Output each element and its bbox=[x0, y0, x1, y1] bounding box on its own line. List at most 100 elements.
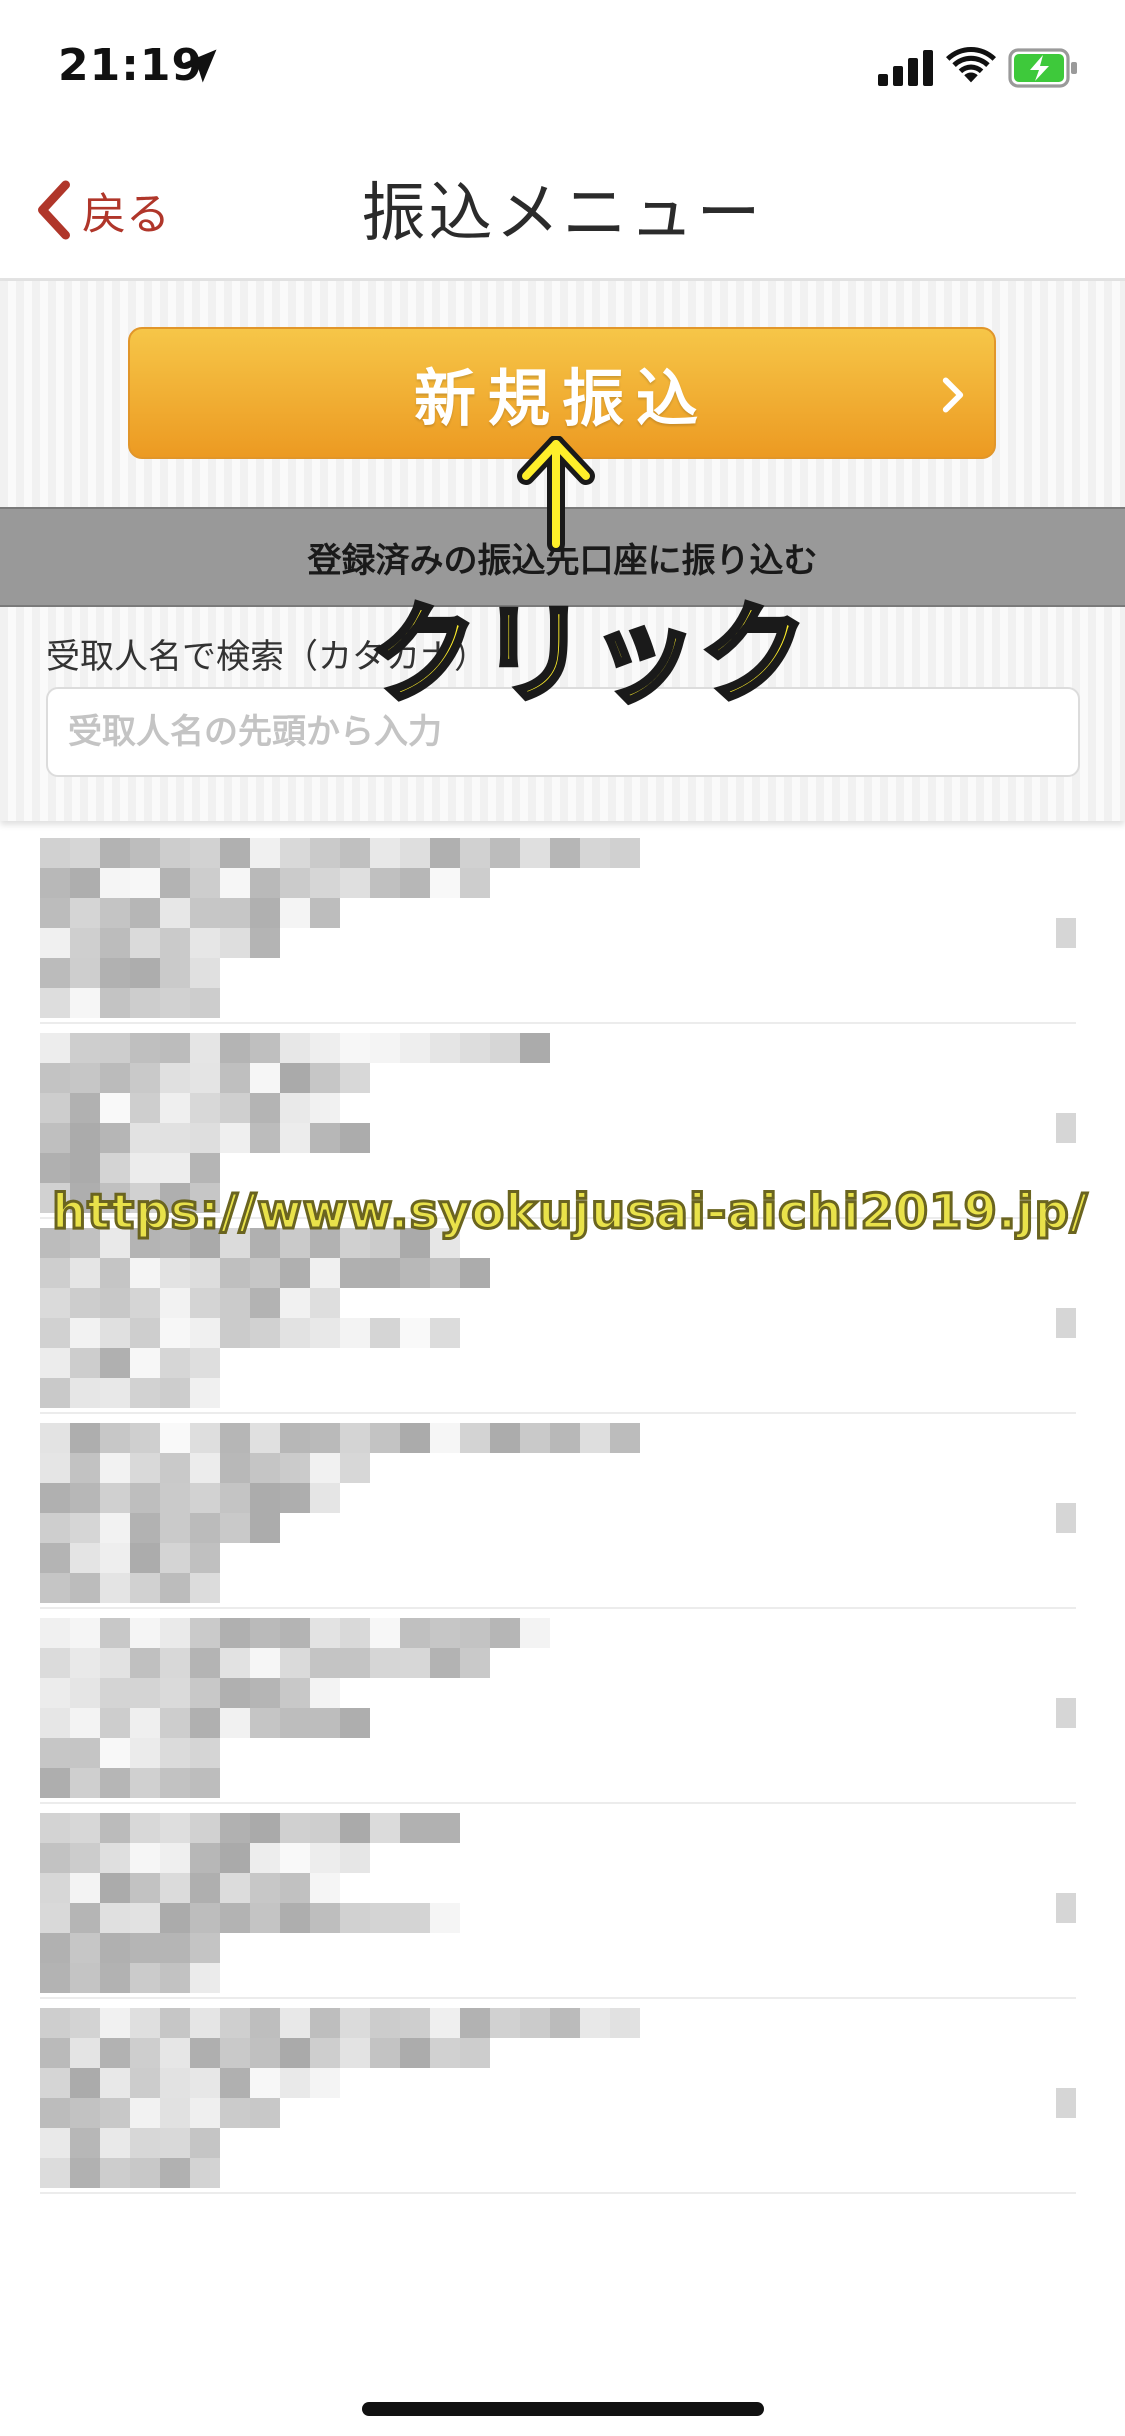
mosaic-block bbox=[100, 1378, 130, 1408]
mosaic-block bbox=[340, 2038, 370, 2068]
mosaic-block bbox=[160, 1573, 190, 1603]
cellular-signal-icon bbox=[878, 50, 933, 86]
mosaic-block bbox=[70, 1093, 100, 1123]
mosaic-block bbox=[190, 1768, 220, 1798]
chevron-right-icon bbox=[942, 377, 964, 413]
mosaic-block bbox=[250, 2008, 280, 2038]
mosaic-block bbox=[160, 1618, 190, 1648]
mosaic-block bbox=[160, 2008, 190, 2038]
payee-list-item[interactable] bbox=[40, 828, 1076, 1024]
mosaic-block bbox=[400, 2038, 430, 2068]
mosaic-block bbox=[490, 1618, 520, 1648]
mosaic-block bbox=[130, 2068, 160, 2098]
mosaic-block bbox=[70, 958, 100, 988]
mosaic-block bbox=[190, 958, 220, 988]
mosaic-block bbox=[520, 838, 550, 868]
mosaic-block bbox=[100, 1093, 130, 1123]
mosaic-block bbox=[160, 838, 190, 868]
mosaic-block bbox=[100, 1618, 130, 1648]
mosaic-block bbox=[490, 2008, 520, 2038]
mosaic-block bbox=[310, 1873, 340, 1903]
mosaic-block bbox=[430, 868, 460, 898]
mosaic-block bbox=[40, 1543, 70, 1573]
payee-list-item[interactable] bbox=[40, 1998, 1076, 2194]
mosaic-block bbox=[340, 1618, 370, 1648]
mosaic-block bbox=[220, 1288, 250, 1318]
mosaic-block bbox=[280, 868, 310, 898]
mosaic-block bbox=[250, 1288, 280, 1318]
mosaic-block bbox=[340, 1648, 370, 1678]
mosaic-block bbox=[100, 1348, 130, 1378]
mosaic-block bbox=[250, 2038, 280, 2068]
mosaic-block bbox=[40, 1288, 70, 1318]
mosaic-block bbox=[70, 838, 100, 868]
mosaic-block bbox=[340, 838, 370, 868]
mosaic-block bbox=[190, 1483, 220, 1513]
mosaic-block bbox=[190, 928, 220, 958]
mosaic-block bbox=[130, 838, 160, 868]
mosaic-block bbox=[160, 868, 190, 898]
mosaic-block bbox=[190, 1543, 220, 1573]
mosaic-block bbox=[250, 1318, 280, 1348]
mosaic-block bbox=[310, 1033, 340, 1063]
mosaic-block bbox=[400, 1648, 430, 1678]
mosaic-block bbox=[310, 1453, 340, 1483]
mosaic-block bbox=[130, 1543, 160, 1573]
mosaic-block bbox=[460, 1033, 490, 1063]
row-chevron-placeholder bbox=[1056, 1503, 1076, 1533]
mosaic-block bbox=[40, 1348, 70, 1378]
mosaic-block bbox=[40, 1318, 70, 1348]
mosaic-block bbox=[70, 898, 100, 928]
mosaic-block bbox=[190, 2128, 220, 2158]
mosaic-block bbox=[310, 1288, 340, 1318]
mosaic-block bbox=[160, 2158, 190, 2188]
mosaic-block bbox=[100, 1153, 130, 1183]
mosaic-block bbox=[220, 1093, 250, 1123]
mosaic-block bbox=[340, 1258, 370, 1288]
mosaic-block bbox=[70, 1348, 100, 1378]
mosaic-block bbox=[280, 2038, 310, 2068]
payee-list-item[interactable] bbox=[40, 1803, 1076, 1999]
mosaic-block bbox=[190, 1963, 220, 1993]
mosaic-block bbox=[160, 1033, 190, 1063]
home-indicator[interactable] bbox=[362, 2402, 764, 2416]
mosaic-block bbox=[70, 1708, 100, 1738]
mosaic-block bbox=[250, 1483, 280, 1513]
mosaic-block bbox=[250, 1258, 280, 1288]
mosaic-block bbox=[190, 1708, 220, 1738]
mosaic-block bbox=[280, 1618, 310, 1648]
mosaic-block bbox=[70, 2038, 100, 2068]
mosaic-block bbox=[340, 1813, 370, 1843]
mosaic-block bbox=[430, 1318, 460, 1348]
mosaic-block bbox=[160, 1903, 190, 1933]
mosaic-block bbox=[190, 2038, 220, 2068]
mosaic-block bbox=[370, 1318, 400, 1348]
mosaic-block bbox=[70, 1903, 100, 1933]
mosaic-block bbox=[100, 1963, 130, 1993]
mosaic-block bbox=[370, 1618, 400, 1648]
mosaic-block bbox=[520, 1033, 550, 1063]
mosaic-block bbox=[400, 1258, 430, 1288]
mosaic-block bbox=[70, 1738, 100, 1768]
mosaic-block bbox=[610, 1423, 640, 1453]
mosaic-block bbox=[220, 1708, 250, 1738]
row-chevron-placeholder bbox=[1056, 1893, 1076, 1923]
mosaic-block bbox=[190, 898, 220, 928]
mosaic-block bbox=[130, 1288, 160, 1318]
mosaic-block bbox=[190, 1738, 220, 1768]
mosaic-block bbox=[220, 1843, 250, 1873]
mosaic-block bbox=[250, 2068, 280, 2098]
mosaic-block bbox=[460, 2038, 490, 2068]
payee-list-item[interactable] bbox=[40, 1413, 1076, 1609]
mosaic-block bbox=[610, 2008, 640, 2038]
mosaic-block bbox=[70, 868, 100, 898]
mosaic-block bbox=[160, 1483, 190, 1513]
mosaic-block bbox=[520, 1618, 550, 1648]
mosaic-block bbox=[160, 1678, 190, 1708]
payee-list-item[interactable] bbox=[40, 1608, 1076, 1804]
mosaic-block bbox=[100, 2128, 130, 2158]
mosaic-block bbox=[40, 1378, 70, 1408]
mosaic-block bbox=[310, 1648, 340, 1678]
payee-list-item[interactable] bbox=[40, 1218, 1076, 1414]
mosaic-block bbox=[250, 1513, 280, 1543]
